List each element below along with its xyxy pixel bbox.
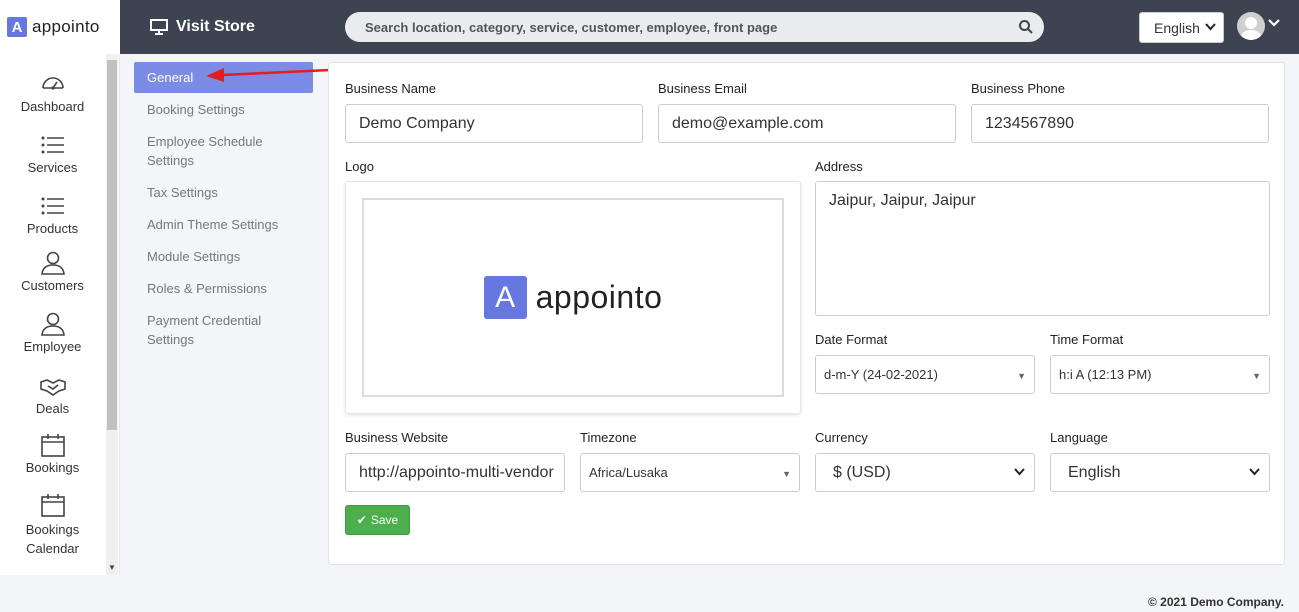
sidebar-item-bookings-calendar[interactable]: Bookings Calendar [0,493,105,558]
search-input[interactable] [365,19,1005,35]
sidebar-item-label: Employee [23,339,82,354]
brand-logo[interactable]: A appointo [0,0,120,54]
check-icon: ✔ [356,513,367,527]
chevron-down-icon [1014,468,1025,476]
footer-copyright: © 2021 Demo Company. [1148,595,1284,609]
brand-mark-icon: A [7,17,27,37]
address-label: Address [815,159,863,174]
caret-down-icon: ▼ [782,469,791,479]
logo-preview: A appointo [362,198,784,397]
sidebar-item-label: Customers [21,278,84,293]
logo-label: Logo [345,159,374,174]
business-email-label: Business Email [658,81,747,96]
user-icon [40,251,66,275]
caret-down-icon: ▼ [1252,371,1261,381]
sidebar: Dashboard Services Products Customers Em… [0,54,120,575]
settings-item-module[interactable]: Module Settings [134,247,313,266]
monitor-icon [150,19,168,35]
date-format-value: d-m-Y (24-02-2021) [824,367,938,382]
chevron-down-icon[interactable] [1268,18,1280,28]
language-form-select[interactable]: English [1050,453,1270,492]
save-label: Save [370,513,399,527]
sidebar-item-services[interactable]: Services [0,133,105,175]
appointo-logo-icon: A [483,276,527,319]
topbar: Visit Store English [120,0,1299,54]
language-select[interactable]: English [1139,12,1224,43]
timezone-label: Timezone [580,430,637,445]
business-name-label: Business Name [345,81,437,96]
sidebar-item-dashboard[interactable]: Dashboard [0,72,105,114]
sidebar-item-label: Deals [35,401,70,416]
currency-label: Currency [815,430,868,445]
address-textarea[interactable] [815,181,1270,316]
date-format-label: Date Format [815,332,888,347]
date-format-select[interactable]: d-m-Y (24-02-2021) ▼ [815,355,1035,394]
business-phone-label: Business Phone [971,81,1065,96]
language-form-value: English [1068,463,1121,481]
user-icon [40,312,66,336]
general-settings-form: Business Name Demo Company Business Emai… [328,62,1285,565]
sidebar-item-bookings[interactable]: Bookings [0,433,105,475]
calendar-icon [40,493,66,517]
sidebar-item-products[interactable]: Products [0,194,105,236]
settings-item-employee-schedule[interactable]: Employee Schedule Settings [134,132,274,170]
chevron-down-icon [1205,23,1216,31]
business-phone-input[interactable]: 1234567890 [971,104,1269,143]
currency-select[interactable]: $ (USD) [815,453,1035,492]
sidebar-item-label: Bookings [25,460,80,475]
settings-item-admin-theme[interactable]: Admin Theme Settings [134,215,313,234]
language-label: Language [1050,430,1108,445]
business-email-input[interactable]: demo@example.com [658,104,956,143]
visit-store-link[interactable]: Visit Store [150,0,255,54]
search-icon[interactable] [1018,19,1034,35]
business-name-input[interactable]: Demo Company [345,104,643,143]
list-icon [40,133,66,157]
user-avatar-icon [1240,17,1262,40]
business-website-input[interactable]: http://appointo-multi-vendor [345,453,565,492]
settings-item-tax[interactable]: Tax Settings [134,183,313,202]
logo-upload[interactable]: A appointo [345,181,801,414]
sidebar-item-label: Bookings Calendar [25,522,80,556]
time-format-value: h:i A (12:13 PM) [1059,367,1152,382]
logo-text: appointo [535,279,663,315]
settings-item-roles-permissions[interactable]: Roles & Permissions [134,279,313,298]
timezone-select[interactable]: Africa/Lusaka ▼ [580,453,800,492]
visit-store-label: Visit Store [176,18,255,35]
settings-item-payment-credential[interactable]: Payment Credential Settings [134,311,274,349]
language-select-value: English [1154,19,1200,36]
sidebar-item-label: Services [27,160,78,175]
currency-value: $ (USD) [833,463,891,481]
sidebar-item-deals[interactable]: Deals [0,374,105,416]
timezone-value: Africa/Lusaka [589,465,668,480]
caret-down-icon: ▼ [1017,371,1026,381]
settings-item-booking[interactable]: Booking Settings [134,100,313,119]
sidebar-item-customers[interactable]: Customers [0,251,105,293]
chevron-down-icon [1249,468,1260,476]
global-search [345,12,1044,42]
brand-name: appointo [32,17,100,36]
sidebar-scrollbar-thumb[interactable] [107,60,117,430]
time-format-select[interactable]: h:i A (12:13 PM) ▼ [1050,355,1270,394]
sidebar-item-label: Products [26,221,79,236]
sidebar-item-employee[interactable]: Employee [0,312,105,354]
sidebar-item-label: Dashboard [20,99,85,114]
handshake-icon [39,374,66,398]
save-button[interactable]: ✔ Save [345,505,410,535]
business-website-label: Business Website [345,430,449,445]
time-format-label: Time Format [1050,332,1124,347]
sidebar-scrollbar[interactable]: ▼ [106,54,118,575]
scroll-down-arrow-icon[interactable]: ▼ [108,563,116,572]
avatar[interactable] [1237,12,1265,40]
list-icon [40,194,66,218]
dashboard-icon [40,72,66,96]
calendar-icon [40,433,66,457]
